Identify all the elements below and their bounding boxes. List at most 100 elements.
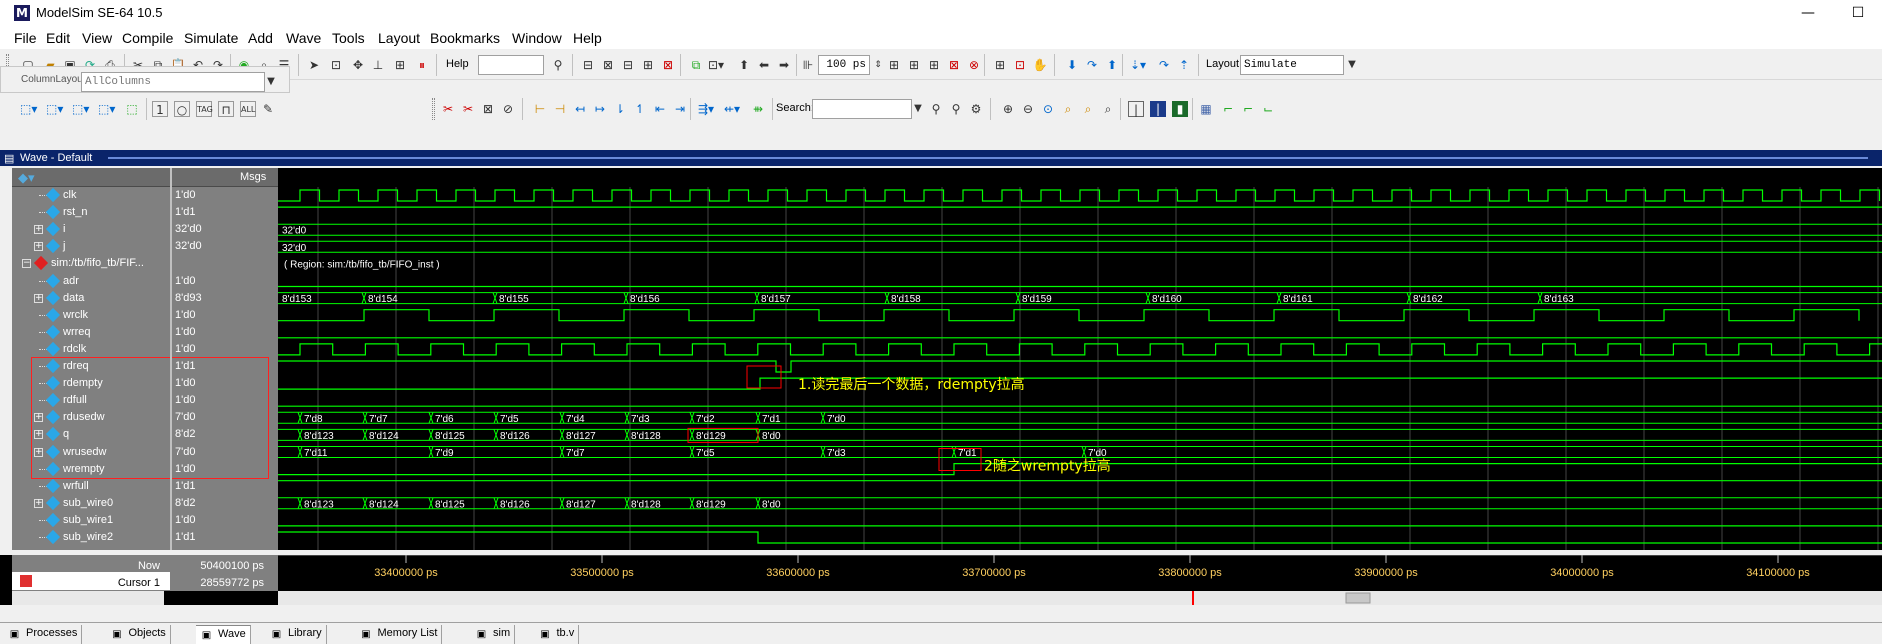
tab-processes[interactable]: ▣ Processes <box>4 625 83 644</box>
toolbar-grip[interactable] <box>432 98 435 120</box>
add-wave-icon[interactable]: ⬚▾ <box>20 101 37 117</box>
break-icon[interactable]: ⊠ <box>946 57 962 73</box>
format-event-icon[interactable]: TAG <box>196 101 213 117</box>
signal-row-clk[interactable]: clk 1'd0 <box>12 187 278 204</box>
library-toggle-icon[interactable]: ⊟ <box>580 57 596 73</box>
zoom-full-icon[interactable]: ⊙ <box>1040 101 1056 117</box>
format-literal-icon[interactable]: 1 <box>152 101 168 117</box>
menu-compile[interactable]: Compile <box>122 30 173 46</box>
back-arrow-icon[interactable]: ⬅ <box>756 57 772 73</box>
find-prev-edge-icon[interactable]: ⊢ <box>532 101 548 117</box>
memory-profile-icon[interactable]: ⊡ <box>1012 57 1028 73</box>
delete-cursor-icon[interactable]: | <box>1150 101 1166 117</box>
layout-select[interactable] <box>1240 55 1344 75</box>
expand-toggle-icon[interactable]: + <box>34 225 43 235</box>
forward-arrow-icon[interactable]: ➡ <box>776 57 792 73</box>
run-length-spinner-icon[interactable]: ⇕ <box>870 57 886 73</box>
expand-toggle-icon[interactable]: + <box>34 498 43 508</box>
step-out-all-icon[interactable]: ⇡ <box>1176 57 1192 73</box>
find-next-transition-icon[interactable]: ↦ <box>592 101 608 117</box>
wave-compare-icon[interactable]: ⊠ <box>480 101 496 117</box>
run-all-icon[interactable]: ⊞ <box>926 57 942 73</box>
find-prev-cursor-icon[interactable]: ⇤ <box>652 101 668 117</box>
menu-bookmarks[interactable]: Bookmarks <box>430 30 500 46</box>
waveform-style-icon[interactable]: ▦ <box>1198 101 1214 117</box>
add-list-icon[interactable]: ⬚▾ <box>72 101 89 117</box>
menu-view[interactable]: View <box>82 30 112 46</box>
add-dataflow-icon[interactable]: ⬚▾ <box>98 101 115 117</box>
expand-wave-icon[interactable]: ⇶▾ <box>698 101 714 117</box>
signal-row-sim-tb-fifo-tb-fif-[interactable]: − sim:/tb/fifo_tb/FIF... <box>12 255 278 272</box>
find-rising-edge-icon[interactable]: ↿ <box>632 101 648 117</box>
memory-window-icon[interactable]: ⊞ <box>640 57 656 73</box>
zoom-range-icon[interactable]: ⌕ <box>1080 101 1096 117</box>
step-over-all-icon[interactable]: ↷ <box>1156 57 1172 73</box>
tab-library[interactable]: ▣ Library <box>266 625 327 644</box>
collapse-wave-icon[interactable]: ⇷▾ <box>724 101 740 117</box>
expand-toggle-icon[interactable]: + <box>34 242 43 252</box>
tab-objects[interactable]: ▣ Objects <box>107 625 171 644</box>
waveform-pane[interactable]: 32'd0 32'd0 ( Region: sim:/tb/fifo_tb/FIFO… <box>278 168 1882 550</box>
select-pointer-icon[interactable]: ➤ <box>306 57 322 73</box>
signal-row-sub-wire0[interactable]: + sub_wire0 8'd2 <box>12 495 278 512</box>
pen-icon[interactable]: ✎ <box>260 101 276 117</box>
zoom-last-icon[interactable]: ⌕ <box>1100 101 1116 117</box>
column-layout-dropdown-icon[interactable]: ▼ <box>263 74 279 90</box>
structure-icon[interactable]: ⊠ <box>600 57 616 73</box>
find-falling-edge-icon[interactable]: ⇂ <box>612 101 628 117</box>
maximize-button[interactable]: ☐ <box>1843 2 1873 24</box>
signal-row-j[interactable]: + j 32'd0 <box>12 238 278 255</box>
pan-mode-icon[interactable]: ✥ <box>350 57 366 73</box>
wave-selector-icon[interactable]: ◆▾ <box>18 170 35 186</box>
signal-row-wrclk[interactable]: wrclk 1'd0 <box>12 307 278 324</box>
dataflow-icon[interactable]: ⊞ <box>392 57 408 73</box>
edge-style2-icon[interactable]: ⌐ <box>1240 101 1256 117</box>
search-forward-icon[interactable]: ⚲ <box>928 101 944 117</box>
objects-window-icon[interactable]: ⊟ <box>620 57 636 73</box>
wave-search-input[interactable] <box>812 99 912 119</box>
search-backward-icon[interactable]: ⚲ <box>948 101 964 117</box>
signal-row-wrreq[interactable]: wrreq 1'd0 <box>12 324 278 341</box>
run-length-icon[interactable]: ⊪ <box>800 57 816 73</box>
expand-toggle-icon[interactable]: + <box>34 293 43 303</box>
find-prev-transition-icon[interactable]: ↤ <box>572 101 588 117</box>
step-into-icon[interactable]: ⬇ <box>1064 57 1080 73</box>
menu-add[interactable]: Add <box>248 30 273 46</box>
tab-wave[interactable]: ▣ Wave <box>196 625 251 644</box>
layout-dropdown-icon[interactable]: ▼ <box>1344 57 1360 73</box>
menu-layout[interactable]: Layout <box>378 30 420 46</box>
column-layout-select[interactable] <box>81 72 265 92</box>
signal-row-wrfull[interactable]: wrfull 1'd1 <box>12 478 278 495</box>
minimize-button[interactable]: — <box>1793 2 1823 24</box>
zoom-wave-icon[interactable]: ⇻ <box>750 101 766 117</box>
expand-toggle-icon[interactable]: − <box>22 259 31 269</box>
format-analog-icon[interactable]: ○ <box>174 101 190 117</box>
tab-memory-list[interactable]: ▣ Memory List <box>356 625 443 644</box>
name-value-divider[interactable] <box>170 168 172 550</box>
format-all-icon[interactable]: ALL <box>240 101 256 117</box>
signal-row-data[interactable]: + data 8'd93 <box>12 290 278 307</box>
edge-style-icon[interactable]: ⌐ <box>1220 101 1236 117</box>
find-next-cursor-icon[interactable]: ⇥ <box>672 101 688 117</box>
tab-sim[interactable]: ▣ sim <box>471 625 516 644</box>
add-log-icon[interactable]: ⬚ <box>124 101 140 117</box>
menu-help[interactable]: Help <box>573 30 602 46</box>
step-out-icon[interactable]: ⬆ <box>1104 57 1120 73</box>
menu-wave[interactable]: Wave <box>286 30 321 46</box>
zoom-out-icon[interactable]: ⊖ <box>1020 101 1036 117</box>
signal-row-adr[interactable]: adr 1'd0 <box>12 273 278 290</box>
help-search-icon[interactable]: ⚲ <box>550 57 566 73</box>
menu-window[interactable]: Window <box>512 30 562 46</box>
format-logic-icon[interactable]: ⊓ <box>218 101 234 117</box>
add-wave-opt-icon[interactable]: ⬚▾ <box>46 101 63 117</box>
edge-style3-icon[interactable]: ⌙ <box>1260 101 1276 117</box>
continue-run-icon[interactable]: ⊞ <box>906 57 922 73</box>
signal-row-sub-wire2[interactable]: sub_wire2 1'd1 <box>12 529 278 546</box>
menu-file[interactable]: File <box>14 30 37 46</box>
menu-tools[interactable]: Tools <box>332 30 365 46</box>
cut-wave-icon[interactable]: ✂ <box>440 101 456 117</box>
zoom-cursor-icon[interactable]: ⌕ <box>1060 101 1076 117</box>
up-arrow-icon[interactable]: ⬆ <box>736 57 752 73</box>
breakpoint-icon[interactable]: ⏸ <box>414 57 430 73</box>
performance-icon[interactable]: ⊞ <box>992 57 1008 73</box>
